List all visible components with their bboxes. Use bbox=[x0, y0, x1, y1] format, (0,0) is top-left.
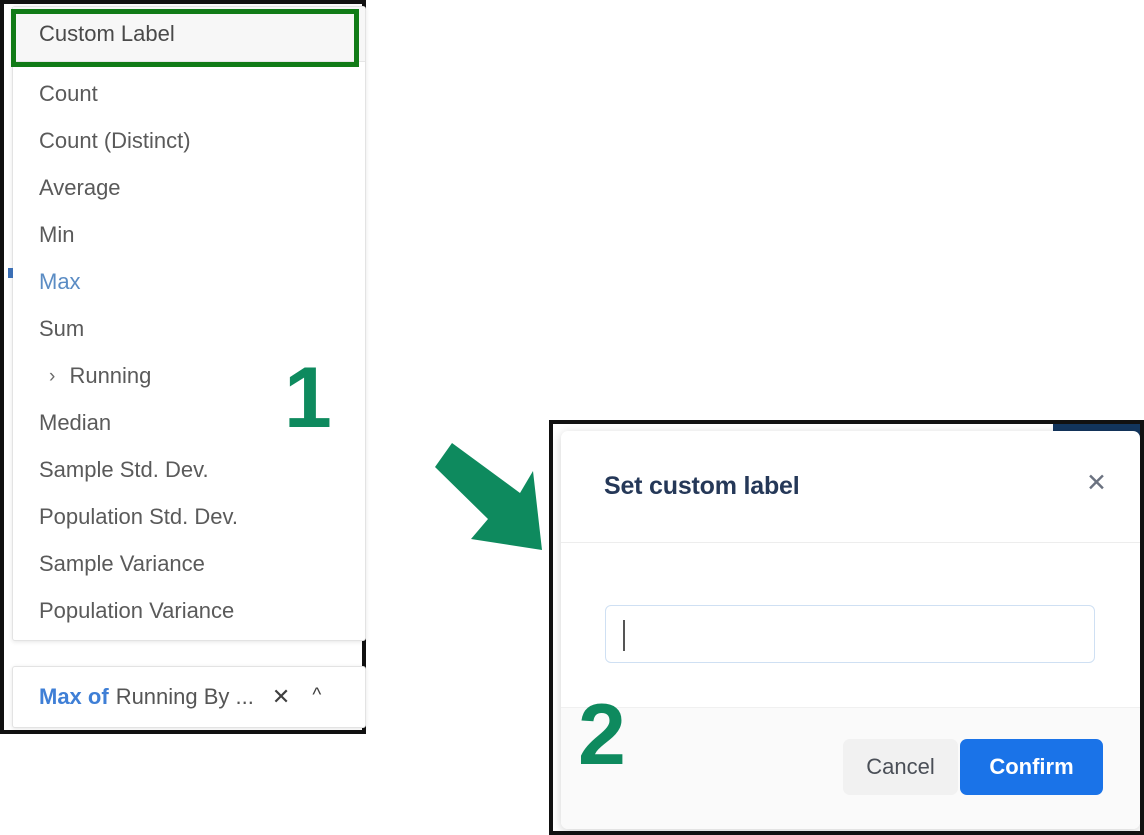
menu-item-min[interactable]: Min bbox=[13, 211, 365, 258]
menu-item-label: Running bbox=[69, 363, 152, 388]
field-token-aggregation: Max of bbox=[39, 684, 109, 709]
cancel-button[interactable]: Cancel bbox=[843, 739, 958, 795]
menu-item-population-variance[interactable]: Population Variance bbox=[13, 587, 365, 634]
arrow-down-right-icon bbox=[435, 443, 542, 550]
menu-item-label: Sum bbox=[39, 316, 85, 341]
menu-item-sum[interactable]: Sum bbox=[13, 305, 365, 352]
menu-item-label: Count (Distinct) bbox=[39, 128, 191, 153]
menu-item-label: Min bbox=[39, 222, 75, 247]
menu-item-label: Population Variance bbox=[39, 598, 235, 623]
field-token-field-name: Running By ... bbox=[115, 684, 254, 709]
menu-item-max[interactable]: Max bbox=[13, 258, 365, 305]
aggregation-menu-card: Custom Label Count Count (Distinct) Aver… bbox=[12, 6, 366, 641]
menu-item-sample-std-dev[interactable]: Sample Std. Dev. bbox=[13, 446, 365, 493]
close-icon[interactable]: ✕ bbox=[1086, 471, 1107, 496]
screenshot-root: Custom Label Count Count (Distinct) Aver… bbox=[0, 0, 1144, 835]
menu-item-count-distinct[interactable]: Count (Distinct) bbox=[13, 117, 365, 164]
custom-label-input[interactable] bbox=[605, 605, 1095, 663]
menu-item-label: Sample Std. Dev. bbox=[39, 457, 209, 482]
menu-item-label: Average bbox=[39, 175, 121, 200]
dialog-title: Set custom label bbox=[604, 472, 800, 500]
aggregation-menu-list: Count Count (Distinct) Average Min Max S… bbox=[13, 62, 365, 634]
menu-item-label: Median bbox=[39, 410, 112, 435]
menu-item-sample-variance[interactable]: Sample Variance bbox=[13, 540, 365, 587]
chevron-up-icon[interactable]: ^ bbox=[312, 686, 321, 705]
confirm-button[interactable]: Confirm bbox=[960, 739, 1103, 795]
menu-item-label: Sample Variance bbox=[39, 551, 205, 576]
annotation-step-2: 2 bbox=[578, 687, 626, 783]
panel-edge-indicator bbox=[8, 268, 13, 278]
menu-item-custom-label[interactable]: Custom Label bbox=[13, 7, 365, 61]
set-custom-label-dialog: Set custom label ✕ Cancel Confirm bbox=[561, 431, 1140, 829]
menu-item-average[interactable]: Average bbox=[13, 164, 365, 211]
annotation-step-1: 1 bbox=[284, 350, 332, 446]
dialog-body bbox=[561, 543, 1140, 707]
menu-item-population-std-dev[interactable]: Population Std. Dev. bbox=[13, 493, 365, 540]
text-cursor bbox=[623, 620, 625, 651]
menu-item-label: Count bbox=[39, 81, 98, 106]
close-icon[interactable]: ✕ bbox=[272, 686, 290, 708]
field-token[interactable]: Max of Running By ... ✕ ^ bbox=[12, 666, 366, 728]
dialog-header: Set custom label ✕ bbox=[561, 431, 1140, 543]
menu-item-label: Max bbox=[39, 269, 81, 294]
dialog-footer: Cancel Confirm bbox=[561, 707, 1140, 829]
menu-item-label: Population Std. Dev. bbox=[39, 504, 238, 529]
chevron-right-icon: › bbox=[49, 366, 56, 387]
menu-item-count[interactable]: Count bbox=[13, 70, 365, 117]
modal-frame: Set custom label ✕ Cancel Confirm bbox=[549, 420, 1144, 835]
